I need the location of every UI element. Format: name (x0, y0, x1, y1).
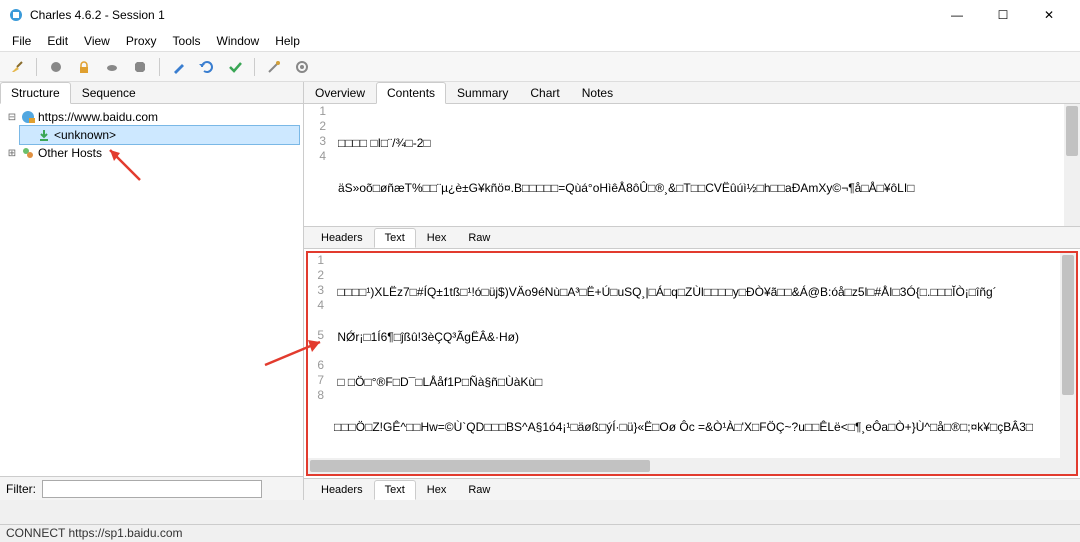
menu-file[interactable]: File (4, 32, 39, 50)
status-text: CONNECT https://sp1.baidu.com (6, 526, 183, 540)
host-tree[interactable]: ⊟ https://www.baidu.com <unknown> ⊞ Othe… (0, 104, 303, 476)
subtab-text[interactable]: Text (374, 480, 416, 500)
stop-icon[interactable] (129, 56, 151, 78)
menu-proxy[interactable]: Proxy (118, 32, 165, 50)
download-icon (37, 128, 51, 142)
app-icon (8, 7, 24, 23)
tree-unknown-label: <unknown> (54, 128, 116, 142)
tab-summary[interactable]: Summary (446, 82, 519, 103)
pencil-icon[interactable] (168, 56, 190, 78)
response-sub-tabs: Headers Text Hex Raw (304, 478, 1080, 500)
code-line: □□□□¹)XLËz7□#ÍQ±1tß□¹!ó□üj$)VÄo9éNù□A³□Ë… (334, 285, 1074, 300)
tree-other-label: Other Hosts (38, 146, 102, 160)
tab-overview[interactable]: Overview (304, 82, 376, 103)
menu-view[interactable]: View (76, 32, 118, 50)
lock-icon[interactable] (73, 56, 95, 78)
code-line: äS»oõ□øñæT%□□¨µ¿è±G¥kñö¤.B□□□□□=Qùá°oHìê… (338, 181, 1078, 196)
maximize-button[interactable]: ☐ (980, 0, 1026, 30)
separator (36, 58, 37, 76)
vertical-scrollbar[interactable] (1064, 104, 1080, 226)
tab-sequence[interactable]: Sequence (71, 82, 147, 103)
filter-input[interactable] (42, 480, 262, 498)
subtab-hex[interactable]: Hex (416, 480, 458, 499)
response-text-view[interactable]: 12345678 □□□□¹)XLËz7□#ÍQ±1tß□¹!ó□üj$)VÄo… (306, 251, 1078, 476)
title-bar: Charles 4.6.2 - Session 1 — ☐ ✕ (0, 0, 1080, 30)
filter-label: Filter: (6, 482, 36, 496)
subtab-hex[interactable]: Hex (416, 228, 458, 247)
response-text-content: □□□□¹)XLËz7□#ÍQ±1tß□¹!ó□üj$)VÄo9éNù□A³□Ë… (334, 255, 1074, 476)
right-pane: Overview Contents Summary Chart Notes 12… (304, 82, 1080, 500)
tree-other-node[interactable]: ⊞ Other Hosts (4, 144, 299, 162)
right-tabs: Overview Contents Summary Chart Notes (304, 82, 1080, 104)
globe-lock-icon (21, 110, 35, 124)
filter-bar: Filter: (0, 476, 303, 500)
request-text-view[interactable]: 1234 □□□□ □I□¨/¾□-2□ äS»oõ□øñæT%□□¨µ¿è±G… (304, 104, 1080, 226)
code-line: □□□□ □I□¨/¾□-2□ (338, 136, 1078, 151)
settings-icon[interactable] (291, 56, 313, 78)
record-icon[interactable] (45, 56, 67, 78)
subtab-headers[interactable]: Headers (310, 480, 374, 499)
request-sub-tabs: Headers Text Hex Raw (304, 226, 1080, 248)
tools-icon[interactable] (263, 56, 285, 78)
refresh-icon[interactable] (196, 56, 218, 78)
subtab-raw[interactable]: Raw (457, 480, 501, 499)
check-icon[interactable] (224, 56, 246, 78)
menu-help[interactable]: Help (267, 32, 308, 50)
menu-window[interactable]: Window (209, 32, 268, 50)
tab-contents[interactable]: Contents (376, 82, 446, 104)
close-button[interactable]: ✕ (1026, 0, 1072, 30)
window-controls: — ☐ ✕ (934, 0, 1072, 30)
code-line: □□□Ö□Z!GÊ^□□Hw=©Ù`QD□□□BS^A§1ó4¡¹□äøß□ýÍ… (334, 420, 1074, 435)
line-gutter: 12345678 (308, 253, 328, 433)
tree-host-label: https://www.baidu.com (38, 110, 158, 124)
separator (254, 58, 255, 76)
left-pane: Structure Sequence ⊟ https://www.baidu.c… (0, 82, 304, 500)
expand-icon[interactable]: ⊞ (6, 148, 18, 159)
collapse-icon[interactable]: ⊟ (6, 112, 18, 123)
request-panel: 1234 □□□□ □I□¨/¾□-2□ äS»oõ□øñæT%□□¨µ¿è±G… (304, 104, 1080, 249)
menu-bar: File Edit View Proxy Tools Window Help (0, 30, 1080, 52)
status-bar: CONNECT https://sp1.baidu.com (0, 524, 1080, 540)
menu-tools[interactable]: Tools (165, 32, 209, 50)
left-tabs: Structure Sequence (0, 82, 303, 104)
tab-chart[interactable]: Chart (519, 82, 570, 103)
request-text-content: □□□□ □I□¨/¾□-2□ äS»oõ□øñæT%□□¨µ¿è±G¥kñö¤… (338, 106, 1078, 226)
toolbar (0, 52, 1080, 82)
subtab-headers[interactable]: Headers (310, 228, 374, 247)
broom-icon[interactable] (6, 56, 28, 78)
minimize-button[interactable]: — (934, 0, 980, 30)
separator (159, 58, 160, 76)
tree-host-node[interactable]: ⊟ https://www.baidu.com (4, 108, 299, 126)
main-split: Structure Sequence ⊟ https://www.baidu.c… (0, 82, 1080, 500)
subtab-raw[interactable]: Raw (457, 228, 501, 247)
horizontal-scrollbar[interactable] (308, 458, 1060, 474)
code-line: NǾr¡□1Í6¶□ĵßû!3èÇQ³ÃgËÂ&·Hø) (334, 330, 1074, 345)
hosts-icon (21, 146, 35, 160)
menu-edit[interactable]: Edit (39, 32, 76, 50)
tab-notes[interactable]: Notes (571, 82, 624, 103)
tab-structure[interactable]: Structure (0, 82, 71, 104)
tree-unknown-node[interactable]: <unknown> (20, 126, 299, 144)
line-gutter: 1234 (304, 104, 332, 194)
window-title: Charles 4.6.2 - Session 1 (30, 8, 934, 22)
turtle-slow-icon[interactable] (101, 56, 123, 78)
vertical-scrollbar[interactable] (1060, 253, 1076, 474)
code-line: □ □Ö□°®F□D¯□LÅåf1P□Ñà§ñ□ÙàKù□ (334, 375, 1074, 390)
subtab-text[interactable]: Text (374, 228, 416, 248)
